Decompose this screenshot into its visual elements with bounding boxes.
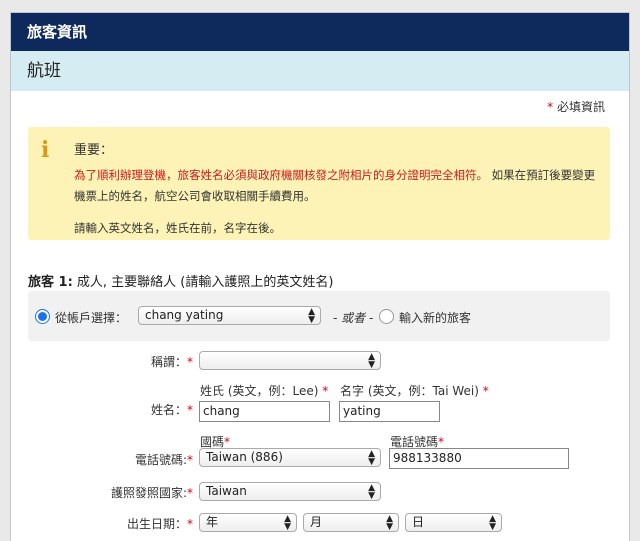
booking-panel: 旅客資訊 航班 * 必填資訊 i 重要： 為了順利辦理登機，旅客姓名必須與政府機…	[10, 12, 630, 541]
last-name-input[interactable]: chang	[199, 401, 330, 422]
account-traveler-value: chang yating	[145, 308, 224, 322]
or-separator: - 或者 -	[333, 311, 374, 325]
dob-day-select[interactable]: 日 ▲ ▼	[405, 513, 502, 532]
first-name-input[interactable]: yating	[339, 401, 440, 422]
dob-label: 出生日期：*	[71, 515, 193, 532]
notice-warning-text: 為了順利辦理登機，旅客姓名必須與政府機關核發之附相片的身分證明完全相符。	[74, 168, 488, 182]
salutation-label-text: 稱謂：	[150, 355, 187, 369]
phone-label-text: 電話號碼:	[134, 453, 187, 467]
last-name-label-text: 姓氏 (英文，例：Lee)	[200, 384, 319, 398]
notice-body: 為了順利辦理登機，旅客姓名必須與政府機關核發之附相片的身分證明完全相符。 如果在…	[74, 165, 604, 207]
dob-year-select[interactable]: 年 ▲ ▼	[199, 513, 297, 532]
traveler-number: 旅客 1:	[28, 275, 73, 290]
required-star: *	[438, 435, 445, 449]
required-star: *	[187, 355, 193, 369]
country-code-label-text: 國碼	[200, 435, 225, 449]
dob-month-select[interactable]: 月 ▲ ▼	[303, 513, 399, 532]
required-star: *	[187, 486, 193, 500]
updown-arrow-icon: ▲ ▼	[386, 514, 393, 532]
first-name-label-text: 名字 (英文，例：Tai Wei)	[340, 384, 479, 398]
updown-arrow-icon: ▲ ▼	[489, 514, 496, 532]
required-star: *	[187, 453, 193, 467]
page-header: 旅客資訊	[11, 13, 629, 51]
passport-country-select[interactable]: Taiwan ▲ ▼	[199, 482, 381, 501]
passport-country-value: Taiwan	[206, 484, 247, 498]
dob-year-value: 年	[206, 515, 219, 529]
country-code-value: Taiwan (886)	[206, 450, 283, 464]
important-notice: i 重要： 為了順利辦理登機，旅客姓名必須與政府機關核發之附相片的身分證明完全相…	[28, 127, 610, 240]
notice-title: 重要：	[74, 143, 114, 158]
phone-number-input[interactable]: 988133880	[389, 448, 569, 469]
section-title: 航班	[11, 51, 629, 91]
salutation-select[interactable]: ▲ ▼	[199, 351, 381, 370]
required-star: *	[224, 435, 231, 449]
required-star: *	[547, 100, 554, 114]
required-star: *	[322, 384, 329, 398]
info-icon: i	[41, 137, 50, 163]
name-label-text: 姓名：	[150, 403, 187, 417]
dob-month-value: 月	[310, 515, 323, 529]
dob-day-value: 日	[412, 515, 425, 529]
first-name-label: 名字 (英文，例：Tai Wei) *	[340, 382, 489, 399]
required-info-text: 必填資訊	[556, 100, 605, 114]
account-traveler-select[interactable]: chang yating ▲ ▼	[138, 306, 321, 325]
required-star: *	[482, 384, 489, 398]
traveler-title: 旅客 1: 成人, 主要聯絡人 (請輸入護照上的英文姓名)	[28, 271, 333, 290]
updown-arrow-icon: ▲ ▼	[308, 307, 315, 325]
salutation-label: 稱謂：*	[71, 353, 193, 370]
phone-number-label-text: 電話號碼	[390, 435, 439, 449]
updown-arrow-icon: ▲ ▼	[368, 483, 375, 501]
notice-instruction: 請輸入英文姓名，姓氏在前，名字在後。	[74, 221, 281, 235]
updown-arrow-icon: ▲ ▼	[368, 449, 375, 467]
updown-arrow-icon: ▲ ▼	[284, 514, 291, 532]
new-traveler-label: 輸入新的旅客	[399, 311, 472, 325]
required-star: *	[187, 403, 193, 417]
traveler-source-box: 從帳戶選擇： chang yating ▲ ▼ - 或者 - 輸入新的旅客	[28, 291, 610, 341]
new-traveler-radio[interactable]	[379, 309, 394, 324]
from-account-radio[interactable]	[35, 309, 50, 324]
required-info-note: * 必填資訊	[547, 98, 605, 115]
dob-label-text: 出生日期：	[126, 517, 187, 531]
phone-label: 電話號碼:*	[71, 451, 193, 468]
country-code-select[interactable]: Taiwan (886) ▲ ▼	[199, 448, 381, 467]
updown-arrow-icon: ▲ ▼	[368, 352, 375, 370]
name-label: 姓名：*	[71, 401, 193, 418]
last-name-label: 姓氏 (英文，例：Lee) *	[200, 382, 328, 399]
passport-country-label-text: 護照發照國家:	[110, 486, 187, 500]
from-account-label: 從帳戶選擇：	[55, 311, 128, 325]
passport-country-label: 護照發照國家:*	[71, 484, 193, 501]
traveler-description: 成人, 主要聯絡人 (請輸入護照上的英文姓名)	[72, 275, 334, 290]
required-star: *	[187, 517, 193, 531]
